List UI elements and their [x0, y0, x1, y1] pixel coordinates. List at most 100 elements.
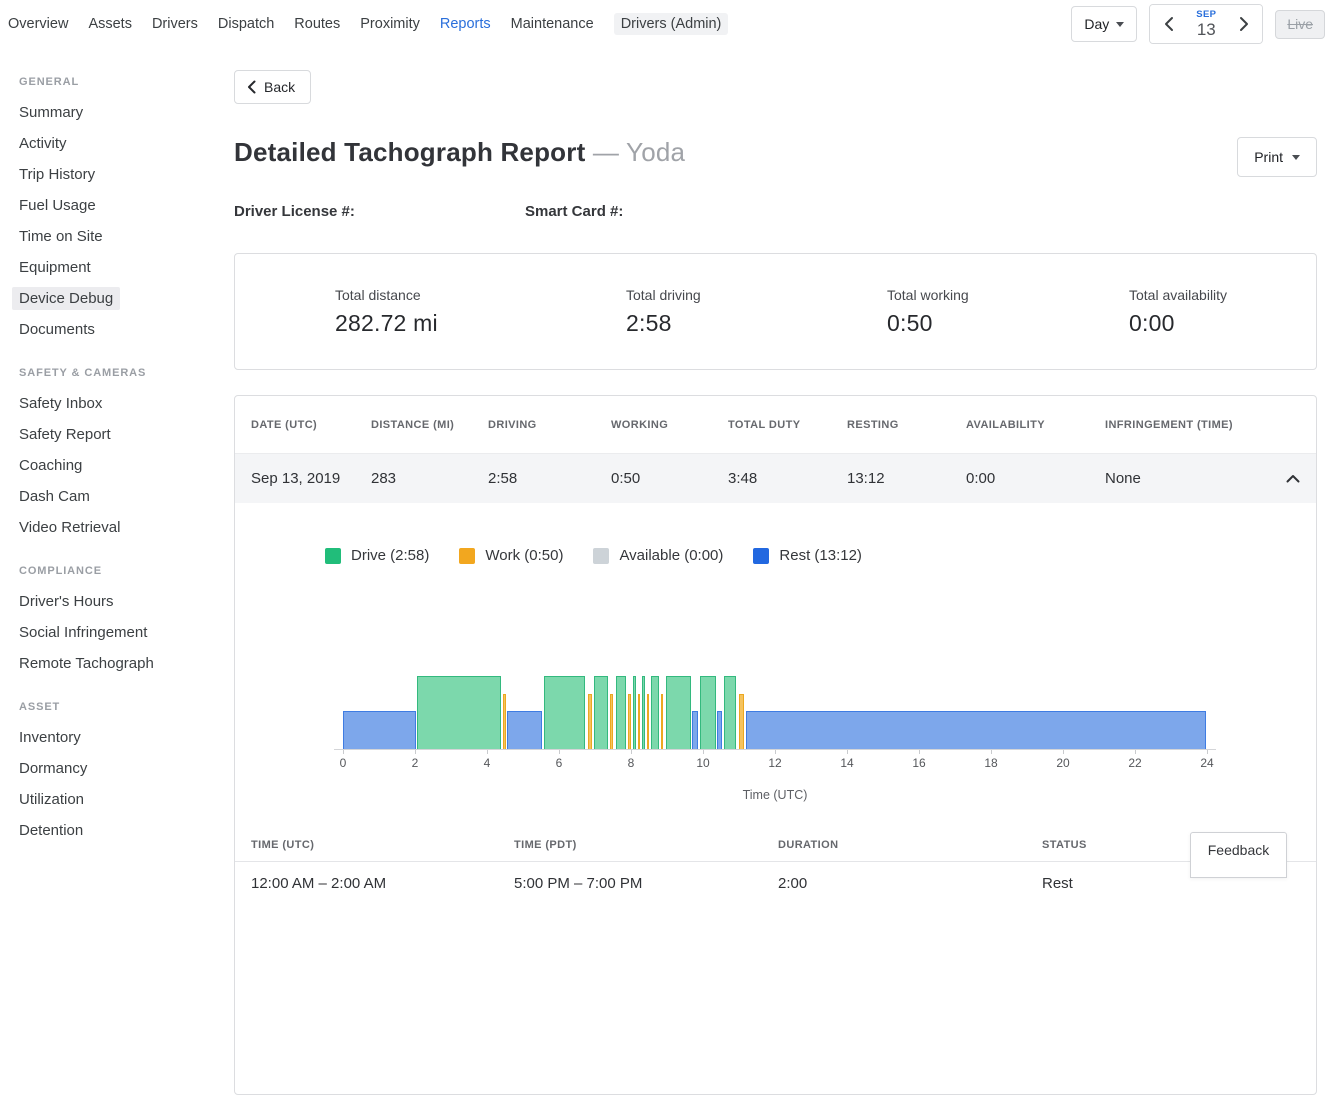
axis-tick-label: 2 [412, 756, 419, 770]
cell-time-utc: 12:00 AM – 2:00 AM [251, 875, 514, 892]
legend-item-rest[interactable]: Rest (13:12) [753, 547, 862, 564]
sidebar-item-dash-cam[interactable]: Dash Cam [0, 481, 232, 512]
next-day-button[interactable] [1225, 5, 1262, 43]
stat-label: Total driving [626, 287, 813, 303]
legend-label: Work (0:50) [485, 547, 563, 564]
axis-tick-label: 16 [912, 756, 925, 770]
sidebar-item-safety-inbox[interactable]: Safety Inbox [0, 388, 232, 419]
axis-tick-label: 20 [1056, 756, 1069, 770]
column-header: AVAILABILITY [966, 419, 1105, 431]
axis-tickmark [847, 750, 848, 754]
legend-item-available[interactable]: Available (0:00) [593, 547, 723, 564]
sidebar-item-device-debug[interactable]: Device Debug [0, 283, 232, 314]
day-range-label: Day [1084, 16, 1109, 32]
nav-item-dispatch[interactable]: Dispatch [218, 16, 274, 32]
nav-links: Overview Assets Drivers Dispatch Routes … [8, 13, 728, 35]
nav-item-drivers-admin[interactable]: Drivers (Admin) [614, 13, 729, 35]
sidebar-item-safety-report[interactable]: Safety Report [0, 419, 232, 450]
sidebar-item-remote-tachograph[interactable]: Remote Tachograph [0, 648, 232, 679]
chart-x-ticks: 024681012141618202224 [343, 750, 1207, 772]
axis-tickmark [775, 750, 776, 754]
sidebar-item-inventory[interactable]: Inventory [0, 722, 232, 753]
cell-distance: 283 [371, 470, 488, 487]
chart-bar-rest [507, 711, 542, 749]
sidebar-section-title: GENERAL [0, 76, 232, 97]
sidebar-item-coaching[interactable]: Coaching [0, 450, 232, 481]
chart-bar-drive [724, 676, 736, 749]
feedback-button[interactable]: Feedback [1190, 832, 1287, 878]
sidebar-item-utilization[interactable]: Utilization [0, 784, 232, 815]
legend-item-work[interactable]: Work (0:50) [459, 547, 563, 564]
chart-bar-work [661, 694, 664, 749]
chart-bar-rest [717, 711, 723, 749]
nav-item-assets[interactable]: Assets [88, 16, 132, 32]
chart-bar-work [588, 694, 592, 749]
sidebar-item-equipment[interactable]: Equipment [0, 252, 232, 283]
sidebar-section-asset: ASSET Inventory Dormancy Utilization Det… [0, 701, 232, 846]
chart-bar-drive [633, 676, 636, 749]
axis-tickmark [1207, 750, 1208, 754]
sidebar-item-trip-history[interactable]: Trip History [0, 159, 232, 190]
column-header: INFRINGEMENT (TIME) [1105, 419, 1260, 431]
legend-item-drive[interactable]: Drive (2:58) [325, 547, 429, 564]
stat-total-availability: Total availability 0:00 [1074, 287, 1316, 337]
sidebar-item-documents[interactable]: Documents [0, 314, 232, 345]
sidebar-item-time-on-site[interactable]: Time on Site [0, 221, 232, 252]
cell-total-duty: 3:48 [728, 470, 847, 487]
nav-item-routes[interactable]: Routes [294, 16, 340, 32]
driver-name: Yoda [626, 137, 685, 167]
stat-total-distance: Total distance 282.72 mi [235, 287, 522, 337]
date-display[interactable]: SEP 13 [1187, 5, 1225, 43]
chart-bar-rest [746, 711, 1207, 749]
stat-value: 2:58 [626, 310, 813, 337]
sidebar-section-title: COMPLIANCE [0, 565, 232, 586]
sidebar-item-video-retrieval[interactable]: Video Retrieval [0, 512, 232, 543]
axis-tick-label: 10 [696, 756, 709, 770]
nav-item-proximity[interactable]: Proximity [360, 16, 420, 32]
day-range-dropdown[interactable]: Day [1071, 6, 1137, 42]
column-header: TOTAL DUTY [728, 419, 847, 431]
axis-tickmark [703, 750, 704, 754]
feedback-label: Feedback [1208, 842, 1269, 877]
table-row[interactable]: 12:00 AM – 2:00 AM 5:00 PM – 7:00 PM 2:0… [235, 862, 1316, 892]
sidebar-item-dormancy[interactable]: Dormancy [0, 753, 232, 784]
sidebar-item-drivers-hours[interactable]: Driver's Hours [0, 586, 232, 617]
chevron-left-icon [247, 80, 256, 94]
sidebar-section-title: SAFETY & CAMERAS [0, 367, 232, 388]
nav-item-overview[interactable]: Overview [8, 16, 68, 32]
table-row[interactable]: Sep 13, 2019 283 2:58 0:50 3:48 13:12 0:… [235, 454, 1316, 503]
smart-card-label: Smart Card #: [525, 203, 623, 220]
chart-bar-work [638, 694, 641, 749]
sidebar-item-activity[interactable]: Activity [0, 128, 232, 159]
chart-bar-drive [594, 676, 608, 749]
sidebar-item-social-infringement[interactable]: Social Infringement [0, 617, 232, 648]
totals-card: Total distance 282.72 mi Total driving 2… [234, 253, 1317, 370]
column-header: DRIVING [488, 419, 611, 431]
chart-bar-drive [417, 676, 501, 749]
chevron-left-icon [1164, 16, 1174, 32]
sidebar-item-detention[interactable]: Detention [0, 815, 232, 846]
cell-working: 0:50 [611, 470, 728, 487]
stat-label: Total distance [335, 287, 522, 303]
sidebar-item-summary[interactable]: Summary [0, 97, 232, 128]
nav-item-maintenance[interactable]: Maintenance [511, 16, 594, 32]
axis-tickmark [919, 750, 920, 754]
nav-item-drivers[interactable]: Drivers [152, 16, 198, 32]
axis-tick-label: 22 [1128, 756, 1141, 770]
collapse-row-button[interactable] [1286, 474, 1300, 483]
axis-tickmark [631, 750, 632, 754]
chart-bar-drive [616, 676, 627, 749]
nav-item-reports[interactable]: Reports [440, 16, 491, 32]
live-button[interactable]: Live [1275, 10, 1325, 39]
chart-bar-rest [343, 711, 416, 749]
chevron-down-icon [1292, 155, 1300, 160]
axis-tick-label: 0 [340, 756, 347, 770]
previous-day-button[interactable] [1150, 5, 1187, 43]
back-label: Back [264, 79, 295, 95]
column-header: DISTANCE (MI) [371, 419, 488, 431]
print-dropdown-button[interactable]: Print [1237, 137, 1317, 177]
sidebar-item-fuel-usage[interactable]: Fuel Usage [0, 190, 232, 221]
date-picker: SEP 13 [1149, 4, 1263, 44]
axis-tick-label: 8 [628, 756, 635, 770]
back-button[interactable]: Back [234, 70, 311, 104]
